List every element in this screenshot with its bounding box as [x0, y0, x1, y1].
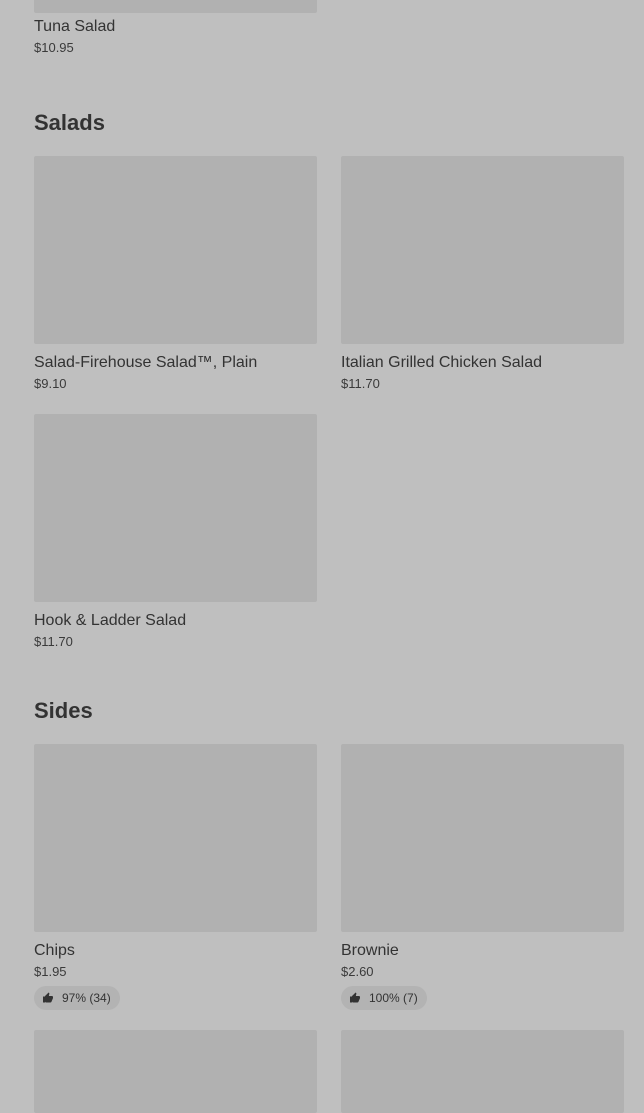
rating-text: 100% (7)	[369, 991, 418, 1005]
item-image	[34, 1030, 317, 1113]
thumbs-up-icon	[43, 992, 53, 1003]
menu-item-hook-ladder-salad[interactable]: Hook & Ladder Salad $11.70	[34, 414, 317, 650]
item-image	[341, 1030, 624, 1113]
item-image	[34, 744, 317, 932]
item-name: Salad-Firehouse Salad™, Plain	[34, 354, 258, 371]
item-name: Hook & Ladder Salad	[34, 612, 187, 629]
item-image	[34, 414, 317, 602]
menu-item-firehouse-salad[interactable]: Salad-Firehouse Salad™, Plain $9.10	[34, 156, 317, 392]
item-name: Brownie	[341, 942, 399, 959]
item-price: $2.60	[341, 964, 374, 979]
menu-page: Tuna Salad $10.95 Salads Salad-Firehouse…	[0, 0, 644, 1113]
menu-item-italian-grilled-chicken-salad[interactable]: Italian Grilled Chicken Salad $11.70	[341, 156, 624, 392]
item-name: Tuna Salad	[34, 18, 116, 35]
item-name: Italian Grilled Chicken Salad	[341, 354, 542, 371]
section-title-salads: Salads	[34, 110, 105, 135]
menu-item-chips[interactable]: Chips $1.95 97% (34)	[34, 744, 317, 1010]
menu-item-side-next-right[interactable]	[341, 1030, 624, 1113]
menu-item-tuna-salad[interactable]: Tuna Salad $10.95	[34, 0, 317, 56]
item-image	[341, 156, 624, 344]
menu-item-side-next-left[interactable]	[34, 1030, 317, 1113]
rating-badge: 97% (34)	[34, 986, 120, 1010]
menu-item-brownie[interactable]: Brownie $2.60 100% (7)	[341, 744, 624, 1010]
section-title-sides: Sides	[34, 698, 93, 723]
item-price: $1.95	[34, 964, 67, 979]
item-image	[34, 0, 317, 13]
thumbs-up-icon	[350, 992, 360, 1003]
item-price: $11.70	[341, 376, 380, 391]
item-image	[341, 744, 624, 932]
item-price: $10.95	[34, 40, 74, 55]
rating-text: 97% (34)	[62, 991, 111, 1005]
item-image	[34, 156, 317, 344]
item-name: Chips	[34, 942, 75, 959]
item-price: $9.10	[34, 376, 67, 391]
rating-badge: 100% (7)	[341, 986, 427, 1010]
item-price: $11.70	[34, 634, 73, 649]
